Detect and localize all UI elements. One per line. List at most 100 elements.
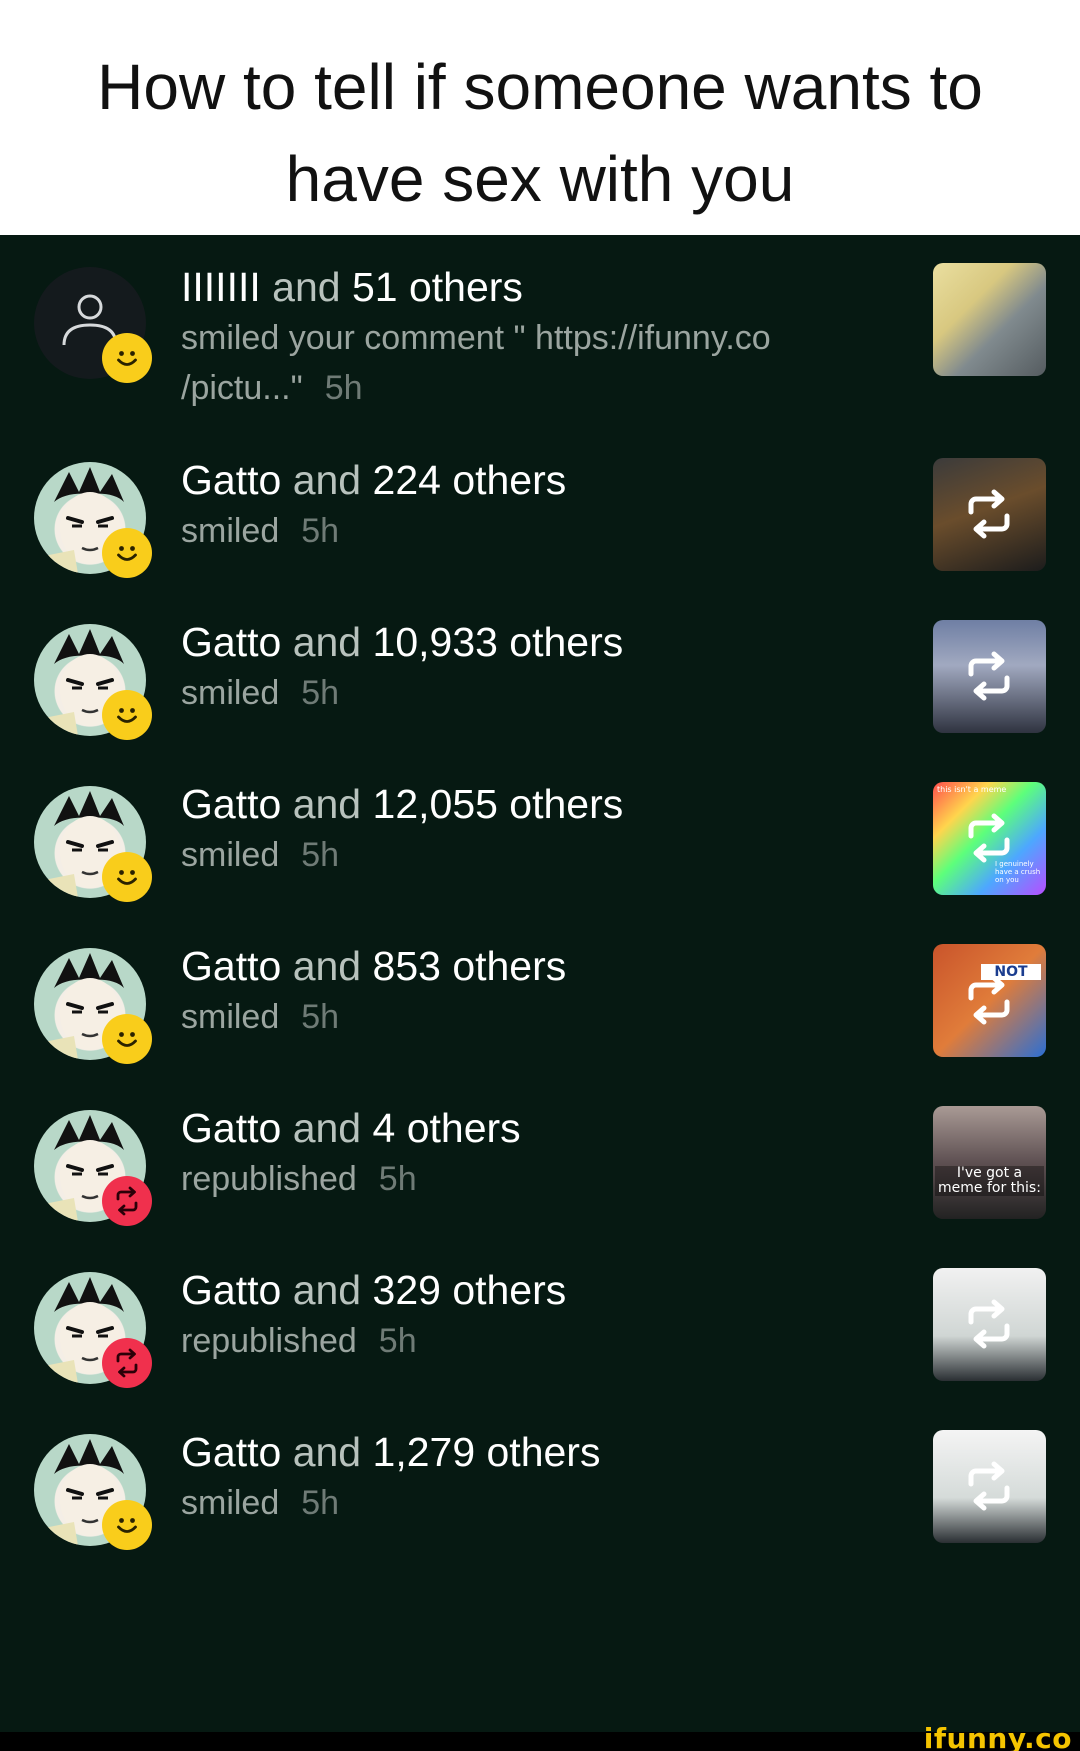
post-thumbnail[interactable]: this isn't a meme I genuinely have a crus… [933,782,1046,895]
others-count[interactable]: 853 others [373,943,567,989]
notification-title: Gatto and 1,279 others [181,1426,821,1478]
caption-text: How to tell if someone wants to have sex… [97,50,983,215]
timestamp: 5h [301,836,340,874]
and-text: and [292,1105,362,1151]
action-text: smiled [181,836,280,874]
and-text: and [272,264,341,310]
smile-badge [102,690,152,740]
notification-action: smiled 5h [181,1478,821,1528]
notification-title: Gatto and 853 others [181,940,821,992]
notification-action: republished 5h [181,1154,821,1204]
others-count[interactable]: 12,055 others [373,781,624,827]
smile-badge [102,333,152,383]
notification-text[interactable]: Gatto and 853 others smiled 5h [181,940,821,1042]
username[interactable]: Gatto [181,781,281,827]
notification-title: IIIIIII and 51 others [181,261,821,313]
notification-text[interactable]: Gatto and 10,933 others smiled 5h [181,616,821,718]
notification-action: republished 5h [181,1316,821,1366]
smile-icon [117,870,137,885]
ifunny-watermark: ifunny.co [923,1722,1072,1751]
repost-overlay-icon [968,813,1010,863]
notification-row[interactable]: Gatto and 224 others smiled 5h [0,430,1080,590]
smile-badge [102,852,152,902]
timestamp: 5h [301,674,340,712]
repost-overlay-icon [968,651,1010,701]
others-count[interactable]: 10,933 others [373,619,624,665]
notification-action: smiled 5h [181,992,821,1042]
notification-text[interactable]: Gatto and 12,055 others smiled 5h [181,778,821,880]
username[interactable]: Gatto [181,1105,281,1151]
post-thumbnail[interactable]: I've got a meme for this: [933,1106,1046,1219]
notification-title: Gatto and 10,933 others [181,616,821,668]
smile-badge [102,1500,152,1550]
notification-text[interactable]: Gatto and 4 others republished 5h [181,1102,821,1204]
notification-row[interactable]: Gatto and 4 others republished 5h I've got … [0,1078,1080,1238]
thumb-notice-text: NOT [981,964,1041,980]
repost-icon [116,1186,138,1216]
timestamp: 5h [324,369,363,407]
notification-text[interactable]: IIIIIII and 51 others smiled your comment… [181,261,821,413]
and-text: and [292,619,362,665]
others-count[interactable]: 51 others [352,264,523,310]
post-thumbnail[interactable] [933,458,1046,571]
notification-action: smiled 5h [181,668,821,718]
notification-action: smiled 5h [181,830,821,880]
post-thumbnail[interactable] [933,1430,1046,1543]
action-text: smiled [181,998,280,1036]
smile-icon [117,351,137,366]
username[interactable]: Gatto [181,943,281,989]
timestamp: 5h [301,1484,340,1522]
footer-bar [0,1732,1080,1751]
notification-row[interactable]: Gatto and 853 others smiled 5h NOT [0,916,1080,1076]
timestamp: 5h [378,1322,417,1360]
others-count[interactable]: 224 others [373,457,567,503]
notification-text[interactable]: Gatto and 329 others republished 5h [181,1264,821,1366]
smile-icon [117,708,137,723]
notification-title: Gatto and 224 others [181,454,821,506]
repost-overlay-icon [968,489,1010,539]
smile-icon [117,1032,137,1047]
notification-action: smiled 5h [181,506,821,556]
and-text: and [292,943,362,989]
and-text: and [292,457,362,503]
post-thumbnail[interactable] [933,1268,1046,1381]
post-thumbnail[interactable] [933,620,1046,733]
notification-row[interactable]: Gatto and 10,933 others smiled 5h [0,592,1080,752]
smile-badge [102,1014,152,1064]
username[interactable]: Gatto [181,1267,281,1313]
username[interactable]: Gatto [181,457,281,503]
others-count[interactable]: 329 others [373,1267,567,1313]
and-text: and [292,1267,362,1313]
repost-icon [116,1348,138,1378]
notification-action: smiled your comment " https://ifunny.co … [181,313,821,413]
action-text: smiled [181,512,280,550]
others-count[interactable]: 4 others [373,1105,521,1151]
smile-icon [117,1518,137,1533]
notification-text[interactable]: Gatto and 224 others smiled 5h [181,454,821,556]
others-count[interactable]: 1,279 others [373,1429,601,1475]
notification-title: Gatto and 4 others [181,1102,821,1154]
notification-row[interactable]: Gatto and 329 others republished 5h [0,1240,1080,1400]
notification-row[interactable]: Gatto and 12,055 others smiled 5h this isn'… [0,754,1080,914]
notification-title: Gatto and 12,055 others [181,778,821,830]
username[interactable]: Gatto [181,619,281,665]
post-thumbnail[interactable]: NOT [933,944,1046,1057]
timestamp: 5h [301,998,340,1036]
action-text: smiled [181,674,280,712]
notifications-feed[interactable]: IIIIIII and 51 others smiled your comment… [0,235,1080,1732]
notification-row[interactable]: Gatto and 1,279 others smiled 5h [0,1402,1080,1562]
notification-text[interactable]: Gatto and 1,279 others smiled 5h [181,1426,821,1528]
thumb-meme-text: I've got a meme for this: [935,1166,1044,1196]
username[interactable]: IIIIIII [181,264,261,310]
timestamp: 5h [378,1160,417,1198]
action-text: republished [181,1322,357,1360]
meme-caption: How to tell if someone wants to have sex… [0,0,1080,235]
action-text: republished [181,1160,357,1198]
post-thumbnail[interactable] [933,263,1046,376]
republish-badge [102,1176,152,1226]
smile-badge [102,528,152,578]
notification-row[interactable]: IIIIIII and 51 others smiled your comment… [0,235,1080,407]
repost-overlay-icon [968,1299,1010,1349]
username[interactable]: Gatto [181,1429,281,1475]
and-text: and [292,781,362,827]
